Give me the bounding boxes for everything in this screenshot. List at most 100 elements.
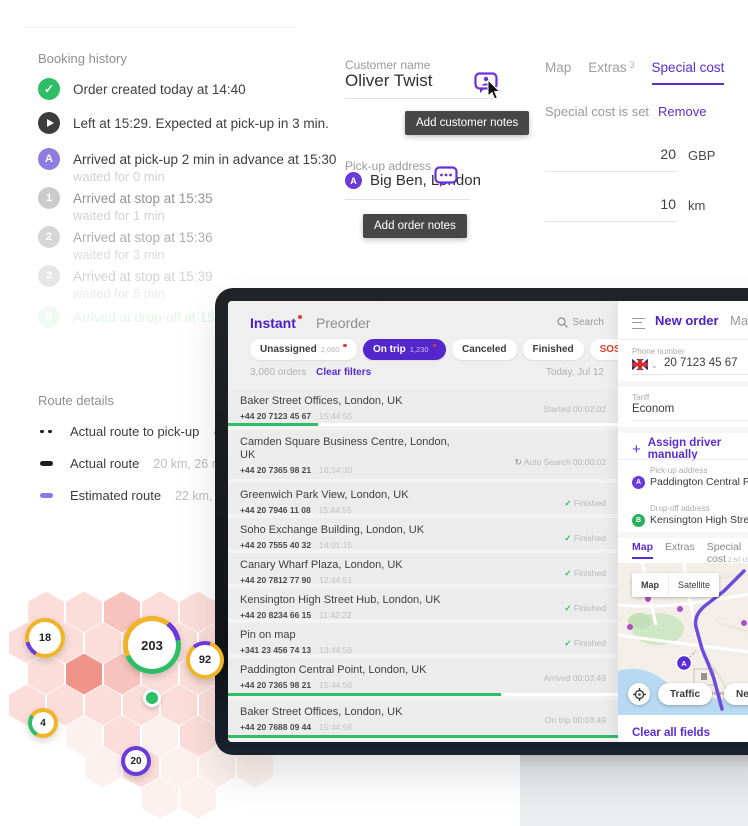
filter-canceled[interactable]: Canceled [452,339,516,360]
booking-item: A Arrived at pick-up 2 min in advance at… [38,148,348,170]
divider [618,459,748,460]
booking-item-text: Arrived at stop at 15:36 [73,230,213,245]
order-phone: +44 20 7365 98 21 [240,465,311,475]
cost-tabs: Map Extras3 Special cost [545,60,724,85]
heat-badge[interactable]: 203 [123,616,181,674]
alert-dot [343,344,347,348]
pickup-address-input[interactable]: Big Ben, London [370,172,481,189]
map-type-satellite-button[interactable]: Satellite [669,573,719,597]
pickup-field[interactable]: Paddington Central Point, London, UK [650,476,748,488]
section-band [618,381,748,387]
booking-item-text: Order created today at 14:40 [73,82,246,97]
order-status: Started 00:02:02 [543,404,606,414]
heat-badge[interactable]: 4 [28,708,58,738]
dropoff-b-marker: B [632,514,645,527]
tab-instant[interactable]: Instant [250,315,302,331]
order-status: Finished [564,533,606,544]
tab-map[interactable]: Map [545,60,571,75]
pickup-a-marker: A [632,476,645,489]
phone-label: Phone number [632,347,684,356]
currency-suffix: GBP [688,148,715,163]
clear-filters-link[interactable]: Clear filters [316,367,371,378]
filter-finished[interactable]: Finished [523,339,584,360]
special-cost-amount-input[interactable]: 20 [545,146,676,172]
tab-extras[interactable]: Extras3 [588,60,634,75]
tab-new-order[interactable]: New order [655,313,719,328]
order-row[interactable]: Baker Street Offices, London, UK +44 20 … [228,700,618,738]
input-underline [345,98,497,99]
order-time: 15:44:55 [319,411,352,421]
input-underline [345,199,470,200]
order-address: Kensington High Street Hub, London, UK [240,594,606,607]
heat-badge[interactable]: 18 [25,618,65,658]
special-cost-distance-input[interactable]: 10 [545,196,676,222]
booking-item: 1 Arrived at stop at 15:35 [38,187,348,209]
order-phone: +341 23 456 74 13 [240,645,311,655]
booking-item-sub: waited for 5 min [73,286,165,301]
order-row[interactable]: Camden Square Business Centre, London, U… [228,430,618,479]
order-notes-icon[interactable] [434,166,459,188]
input-underline [632,374,748,375]
dropoff-field[interactable]: Kensington High Street Hub, London, UK [650,514,748,526]
progress-fill [228,423,318,426]
uk-flag-icon[interactable] [632,359,648,370]
status-text: Special cost is set [545,104,649,119]
new-order-panel: New order Map Phone number ⌄ 20 7123 45 … [618,301,748,742]
assign-driver-button[interactable]: + Assign driver manually [632,437,748,461]
order-phone: +44 20 7365 98 21 [240,680,311,690]
form-tabs: Map Extras Special cost2.50 US [632,541,748,565]
divider [25,27,295,28]
order-row[interactable]: Greenwich Park View, London, UK +44 20 7… [228,483,618,514]
map-type-map-button[interactable]: Map [632,573,669,597]
customer-name-input[interactable]: Oliver Twist [345,71,433,91]
input-underline [632,420,748,421]
order-status: Finished [564,638,606,649]
menu-icon[interactable] [632,318,645,329]
nearest-drivers-button[interactable]: Nearest drivers [724,683,748,705]
order-row[interactable]: Paddington Central Point, London, UK +44… [228,658,618,696]
stop-2-icon: 2 [38,226,60,248]
tariff-select[interactable]: Econom [632,403,674,415]
filter-on-trip[interactable]: On trip1,230 [363,339,446,360]
tab-map-panel[interactable]: Map [730,313,748,328]
map-marker-letter: A [681,659,687,668]
order-address: Canary Wharf Plaza, London, UK [240,559,606,572]
order-status: On trip 00:03:49 [545,715,606,725]
progress-track [228,735,618,738]
tab-preorder[interactable]: Preorder [316,315,370,331]
clear-all-fields-link[interactable]: Clear all fields [632,727,710,739]
route-details-title: Route details [38,393,114,408]
form-tab-map[interactable]: Map [632,541,653,559]
phone-input[interactable]: 20 7123 45 67 [664,357,738,369]
booking-item-sub: waited for 3 min [73,247,165,262]
order-row[interactable]: Soho Exchange Building, London, UK +44 2… [228,518,618,549]
booking-item: Order created today at 14:40 [38,78,348,100]
tab-special-cost[interactable]: Special cost [652,60,725,85]
search-button[interactable]: Search [557,317,604,328]
booking-history-title: Booking history [38,51,127,66]
check-icon [38,78,60,100]
order-time: 15:44:56 [319,722,352,732]
order-row[interactable]: Baker Street Offices, London, UK +44 20 … [228,389,618,426]
heat-badge[interactable]: 92 [186,641,224,679]
remove-link[interactable]: Remove [658,104,706,119]
date-label: Today, Jul 12 [546,367,604,378]
order-phone: +44 20 7812 77 90 [240,575,311,585]
filter-unassigned[interactable]: Unassigned2,060 [250,339,357,360]
form-tab-special[interactable]: Special cost2.50 US [707,541,748,565]
orders-summary: 3,060 orders Clear filters [250,367,371,378]
order-row[interactable]: Canary Wharf Plaza, London, UK +44 20 78… [228,553,618,584]
order-phone: +44 20 7946 11 08 [240,505,311,515]
order-row[interactable]: Kensington High Street Hub, London, UK +… [228,588,618,619]
locate-button[interactable] [628,683,650,705]
mini-map[interactable]: Tower of London A Map Satellite [618,563,748,715]
order-row[interactable]: Pin on map +341 23 456 74 1313:44:56 Fin… [228,623,618,654]
form-tab-extras[interactable]: Extras [665,541,695,553]
heat-badge[interactable]: 20 [121,746,151,776]
page: Booking history Order created today at 1… [0,0,748,826]
play-icon [38,112,60,134]
traffic-button[interactable]: Traffic [658,683,712,705]
chevron-down-icon[interactable]: ⌄ [651,361,658,370]
order-phone: +44 20 8234 66 15 [240,610,311,620]
search-icon [557,317,568,328]
